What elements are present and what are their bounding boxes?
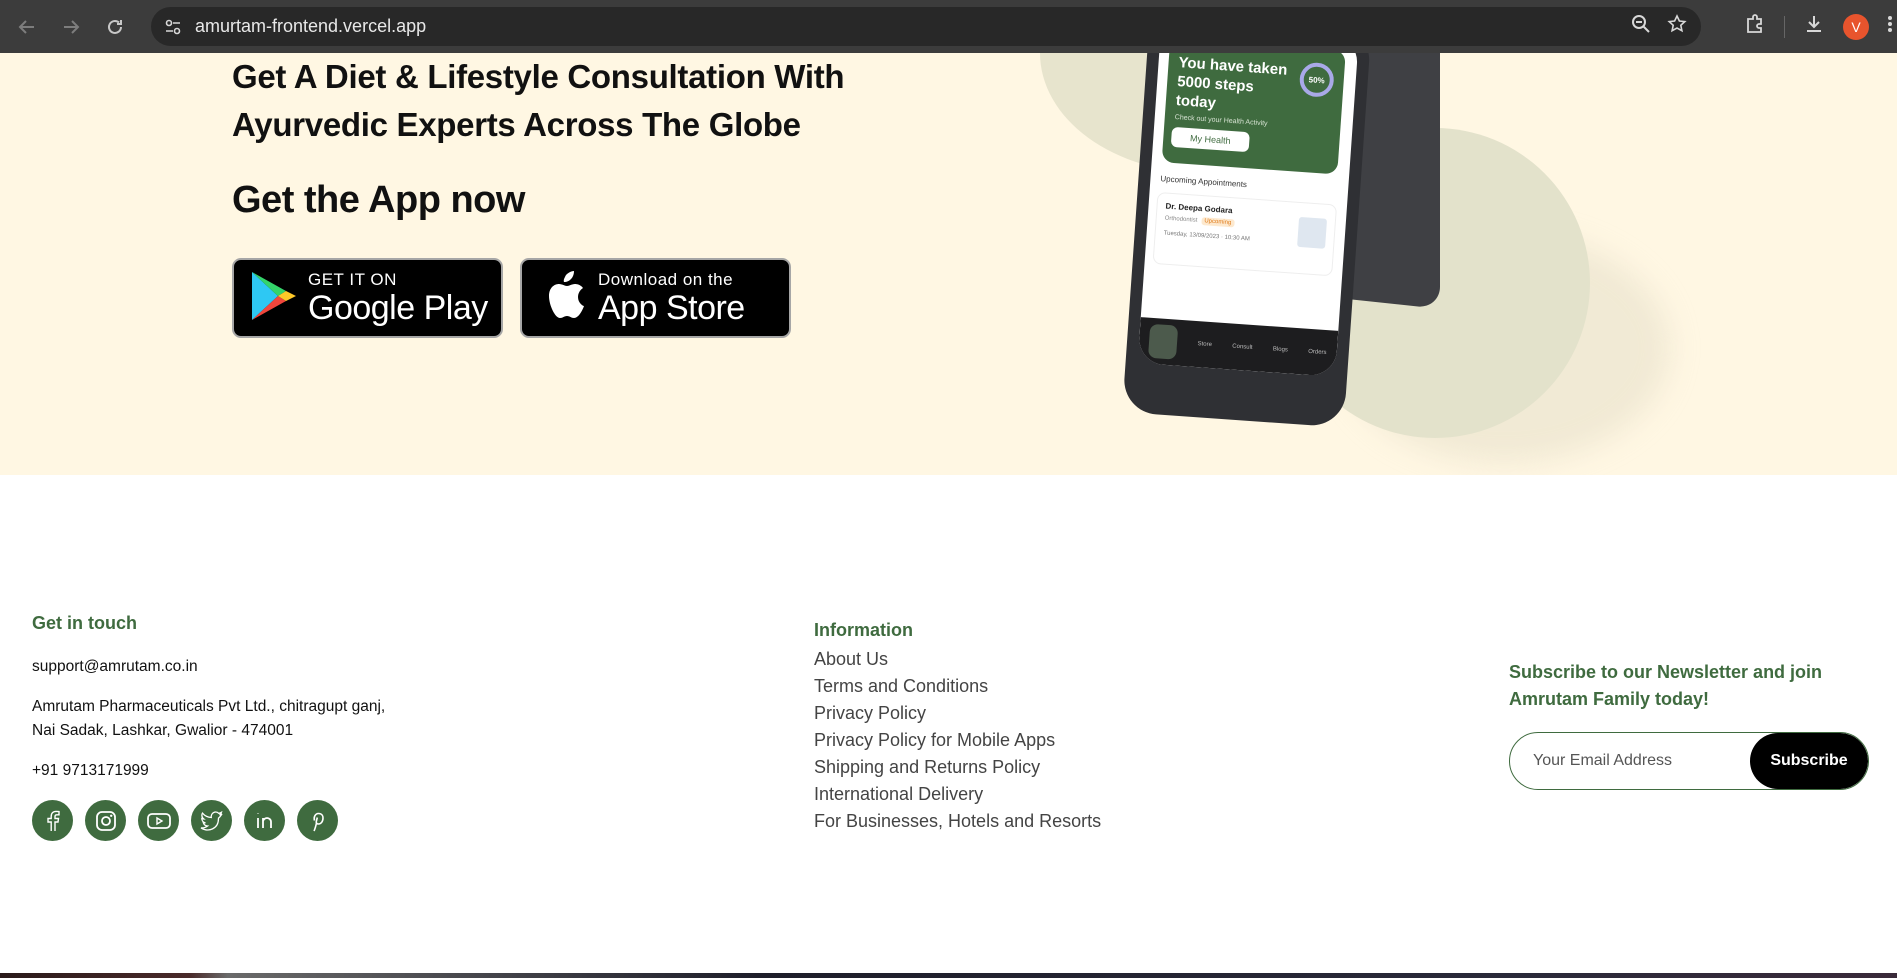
url-text[interactable]: amurtam-frontend.vercel.app [195,16,426,37]
taskbar-edge [0,973,1897,978]
get-in-touch-heading: Get in touch [32,613,137,633]
doctor-specialty: Orthodontist [1164,215,1198,224]
address-line2: Nai Sadak, Lashkar, Gwalior - 474001 [32,722,294,739]
menu-kebab-icon[interactable] [1887,14,1893,39]
footer-link-international[interactable]: International Delivery [814,781,1101,808]
get-app-heading: Get the App now [232,179,525,221]
newsletter-heading: Subscribe to our Newsletter and join Amr… [1509,662,1823,709]
footer-link-terms[interactable]: Terms and Conditions [814,673,1101,700]
health-card-title: You have taken 5000 steps today [1175,54,1288,112]
instagram-icon[interactable] [85,800,126,841]
status-badge: Upcoming [1201,217,1235,228]
contact-email[interactable]: support@amrutam.co.in [32,655,198,679]
phone-tab-consult: Consult [1232,343,1253,351]
promo-heading-line1: Get A Diet & Lifestyle Consultation With [232,58,845,95]
facebook-icon[interactable] [32,800,73,841]
download-icon[interactable] [1803,13,1825,40]
google-play-small: GET IT ON [308,270,397,289]
social-links [32,800,338,841]
newsletter-email-input[interactable] [1510,733,1750,789]
app-store-button[interactable]: Download on the App Store [520,258,791,338]
phone-tab-bar: Store Consult Blogs Orders [1137,317,1339,377]
zoom-icon[interactable] [1631,14,1651,39]
information-heading: Information [814,620,913,640]
phone-tab-blogs: Blogs [1272,346,1289,354]
site-footer: Get in touch support@amrutam.co.in Amrut… [0,475,1897,978]
subscribe-button[interactable]: Subscribe [1750,733,1868,789]
newsletter-form: Subscribe [1509,732,1869,790]
google-play-big: Google Play [308,289,488,327]
phone-tab-home [1148,323,1179,360]
pinterest-icon[interactable] [297,800,338,841]
back-button[interactable] [5,5,49,49]
footer-link-businesses[interactable]: For Businesses, Hotels and Resorts [814,808,1101,835]
promo-heading-line2: Ayurvedic Experts Across The Globe [232,106,801,143]
appointments-label: Upcoming Appointments [1160,174,1248,190]
bookmark-star-icon[interactable] [1667,14,1687,39]
phone-tab-orders: Orders [1307,348,1327,357]
health-card: You have taken 5000 steps today Check ou… [1161,53,1346,175]
phone-tab-store: Store [1197,341,1213,349]
address-line1: Amrutam Pharmaceuticals Pvt Ltd., chitra… [32,698,386,715]
contact-address: Amrutam Pharmaceuticals Pvt Ltd., chitra… [32,695,385,743]
progress-ring: 50% [1298,61,1335,98]
footer-link-privacy[interactable]: Privacy Policy [814,700,1101,727]
my-health-button: My Health [1170,126,1250,153]
app-store-big: App Store [598,289,745,327]
site-info-icon[interactable] [151,18,195,36]
footer-link-privacy-mobile[interactable]: Privacy Policy for Mobile Apps [814,727,1101,754]
toolbar-separator [1784,15,1785,38]
doctor-photo [1297,216,1328,249]
extensions-icon[interactable] [1744,13,1766,40]
profile-avatar[interactable]: V [1843,13,1869,40]
information-links: About Us Terms and Conditions Privacy Po… [814,646,1101,835]
reload-button[interactable] [93,5,137,49]
forward-button[interactable] [49,5,93,49]
youtube-icon[interactable] [138,800,179,841]
phone-screen: You have taken 5000 steps today Check ou… [1137,53,1359,377]
footer-link-about-us[interactable]: About Us [814,646,1101,673]
app-store-small: Download on the [598,270,734,289]
appointment-card: Dr. Deepa Godara Orthodontist Upcoming Tu… [1152,191,1338,277]
google-play-icon [250,270,298,327]
google-play-button[interactable]: GET IT ON Google Play [232,258,503,338]
twitter-icon[interactable] [191,800,232,841]
address-bar[interactable]: amurtam-frontend.vercel.app [151,7,1701,46]
promo-heading: Get A Diet & Lifestyle Consultation With… [232,53,932,149]
linkedin-icon[interactable] [244,800,285,841]
apple-icon [542,270,586,327]
contact-phone[interactable]: +91 9713171999 [32,759,149,783]
phone-mockup: You have taken 5000 steps today Check ou… [1122,53,1372,428]
browser-toolbar: amurtam-frontend.vercel.app V [0,0,1897,53]
footer-link-shipping[interactable]: Shipping and Returns Policy [814,754,1101,781]
app-promo-section: Get A Diet & Lifestyle Consultation With… [0,53,1897,475]
